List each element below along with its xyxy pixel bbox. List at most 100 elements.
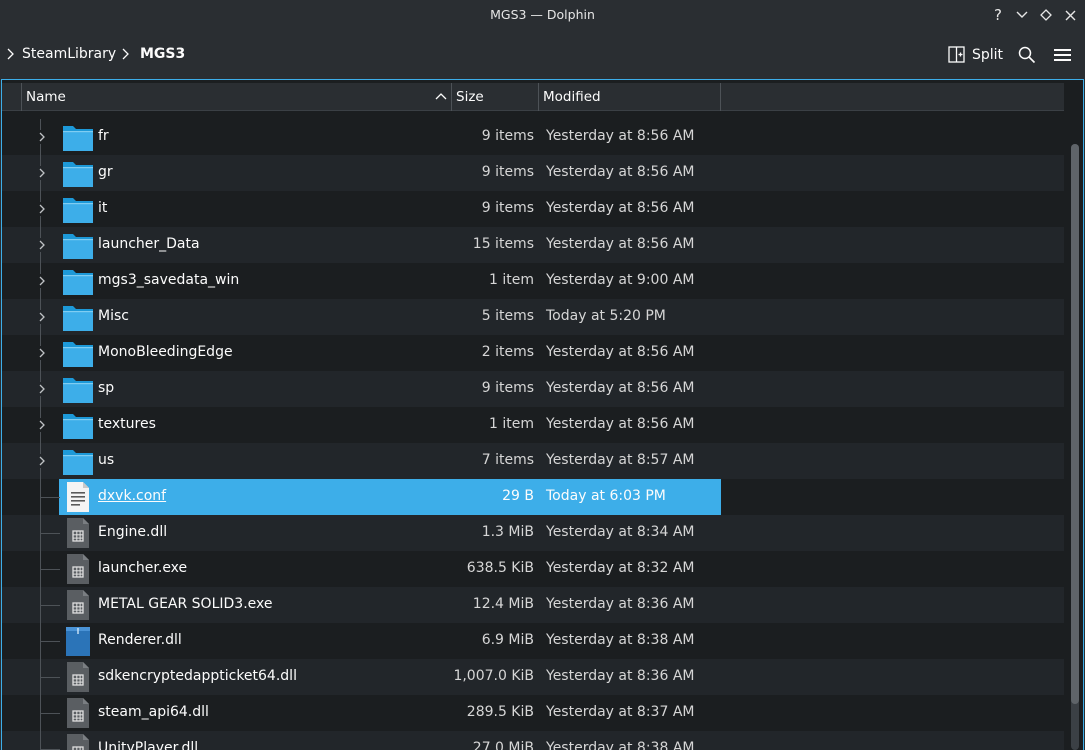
split-button[interactable]: Split bbox=[942, 40, 1006, 69]
close-button[interactable] bbox=[1059, 4, 1081, 26]
folder-row[interactable]: launcher_Data 15 items Yesterday at 8:56 A… bbox=[2, 227, 1064, 263]
search-icon bbox=[1018, 46, 1036, 64]
folder-row[interactable]: it 9 items Yesterday at 8:56 AM bbox=[2, 191, 1064, 227]
file-size: 1 item bbox=[489, 416, 534, 432]
header-spacer bbox=[2, 83, 22, 111]
file-modified: Yesterday at 8:56 AM bbox=[546, 344, 695, 360]
chevron-right-icon[interactable] bbox=[36, 274, 48, 288]
binary-file-icon bbox=[67, 698, 89, 728]
folder-row[interactable]: MonoBleedingEdge 2 items Yesterday at 8:56… bbox=[2, 335, 1064, 371]
file-row[interactable]: UnityPlayer.dll 27.0 MiB Yesterday at 8:38… bbox=[2, 731, 1064, 750]
chevron-right-icon[interactable] bbox=[36, 346, 48, 360]
folder-row[interactable]: textures 1 item Yesterday at 8:56 AM bbox=[2, 407, 1064, 443]
chevron-right-icon[interactable] bbox=[5, 47, 15, 61]
file-modified: Yesterday at 8:37 AM bbox=[546, 704, 695, 720]
file-view[interactable]: Name Size Modified fr 9 items Yesterday at… bbox=[1, 79, 1084, 750]
column-size-label: Size bbox=[456, 89, 484, 105]
column-name-label: Name bbox=[26, 89, 66, 105]
file-row[interactable]: dxvk.conf 29 B Today at 6:03 PM bbox=[2, 479, 1064, 515]
file-size: 6.9 MiB bbox=[481, 632, 534, 648]
file-size: 9 items bbox=[481, 128, 534, 144]
file-modified: Yesterday at 8:36 AM bbox=[546, 668, 695, 684]
file-name: launcher.exe bbox=[98, 560, 188, 576]
binary-file-icon bbox=[67, 554, 89, 584]
folder-icon bbox=[63, 270, 93, 295]
file-row[interactable]: launcher.exe 638.5 KiB Yesterday at 8:32 A… bbox=[2, 551, 1064, 587]
file-name: gr bbox=[98, 164, 113, 180]
folder-row[interactable]: sp 9 items Yesterday at 8:56 AM bbox=[2, 371, 1064, 407]
file-size: 638.5 KiB bbox=[466, 560, 534, 576]
title-bar: MGS3 — Dolphin ? bbox=[0, 0, 1085, 30]
file-name: METAL GEAR SOLID3.exe bbox=[98, 596, 273, 612]
tree-branch bbox=[40, 533, 60, 534]
folder-row[interactable]: Misc 5 items Today at 5:20 PM bbox=[2, 299, 1064, 335]
file-size: 12.4 MiB bbox=[472, 596, 534, 612]
folder-row[interactable]: us 7 items Yesterday at 8:57 AM bbox=[2, 443, 1064, 479]
file-name: Renderer.dll bbox=[98, 632, 182, 648]
chevron-right-icon[interactable] bbox=[36, 454, 48, 468]
column-header-name[interactable]: Name bbox=[22, 83, 452, 111]
folder-icon bbox=[63, 162, 93, 187]
file-modified: Today at 5:20 PM bbox=[546, 308, 666, 324]
column-header-size[interactable]: Size bbox=[452, 83, 539, 111]
menu-button[interactable] bbox=[1050, 43, 1074, 67]
file-modified: Yesterday at 8:32 AM bbox=[546, 560, 695, 576]
chevron-right-icon[interactable] bbox=[36, 418, 48, 432]
file-size: 9 items bbox=[481, 380, 534, 396]
folder-icon bbox=[63, 378, 93, 403]
file-name: dxvk.conf bbox=[98, 488, 167, 504]
vertical-scrollbar[interactable] bbox=[1065, 80, 1083, 750]
file-row[interactable]: sdkencryptedappticket64.dll 1,007.0 KiB Ye… bbox=[2, 659, 1064, 695]
file-name: mgs3_savedata_win bbox=[98, 272, 240, 288]
scrollbar-handle[interactable] bbox=[1071, 144, 1079, 704]
split-view-icon bbox=[948, 46, 965, 63]
folder-row[interactable]: fr 9 items Yesterday at 8:56 AM bbox=[2, 119, 1064, 155]
maximize-button[interactable] bbox=[1035, 4, 1057, 26]
folder-icon bbox=[63, 342, 93, 367]
file-size: 2 items bbox=[481, 344, 534, 360]
chevron-right-icon[interactable] bbox=[36, 130, 48, 144]
help-button[interactable]: ? bbox=[987, 4, 1009, 26]
diamond-icon bbox=[1040, 9, 1052, 21]
column-modified-label: Modified bbox=[543, 89, 601, 105]
file-row[interactable]: steam_api64.dll 289.5 KiB Yesterday at 8:3… bbox=[2, 695, 1064, 731]
file-name: textures bbox=[98, 416, 156, 432]
file-size: 5 items bbox=[481, 308, 534, 324]
text-file-icon bbox=[67, 482, 89, 512]
chevron-right-icon[interactable] bbox=[36, 310, 48, 324]
file-size: 1,007.0 KiB bbox=[453, 668, 534, 684]
folder-row[interactable]: gr 9 items Yesterday at 8:56 AM bbox=[2, 155, 1064, 191]
file-row[interactable]: Engine.dll 1.3 MiB Yesterday at 8:34 AM bbox=[2, 515, 1064, 551]
file-list: fr 9 items Yesterday at 8:56 AM gr 9 items Ye… bbox=[2, 111, 1064, 750]
file-modified: Yesterday at 8:56 AM bbox=[546, 380, 695, 396]
chevron-right-icon[interactable] bbox=[36, 202, 48, 216]
file-name: us bbox=[98, 452, 115, 468]
chevron-right-icon[interactable] bbox=[36, 238, 48, 252]
folder-icon bbox=[63, 450, 93, 475]
toolbar: SteamLibrary MGS3 Split bbox=[0, 30, 1085, 79]
chevron-right-icon[interactable] bbox=[36, 166, 48, 180]
file-size: 9 items bbox=[481, 164, 534, 180]
binary-file-icon bbox=[67, 590, 89, 620]
file-name: fr bbox=[98, 128, 109, 144]
breadcrumb-item-mgs3[interactable]: MGS3 bbox=[140, 46, 185, 62]
search-button[interactable] bbox=[1015, 43, 1039, 67]
folder-row[interactable]: mgs3_savedata_win 1 item Yesterday at 9:00… bbox=[2, 263, 1064, 299]
sort-ascending-icon bbox=[435, 93, 447, 100]
minimize-button[interactable] bbox=[1011, 4, 1033, 26]
folder-icon bbox=[63, 306, 93, 331]
file-modified: Yesterday at 8:56 AM bbox=[546, 236, 695, 252]
chevron-right-icon[interactable] bbox=[36, 382, 48, 396]
file-modified: Yesterday at 8:56 AM bbox=[546, 128, 695, 144]
file-row[interactable]: METAL GEAR SOLID3.exe 12.4 MiB Yesterday a… bbox=[2, 587, 1064, 623]
tree-branch bbox=[40, 677, 60, 678]
binary-file-icon bbox=[67, 734, 89, 750]
hamburger-menu-icon bbox=[1053, 49, 1071, 61]
file-row[interactable]: Renderer.dll 6.9 MiB Yesterday at 8:38 AM bbox=[2, 623, 1064, 659]
file-name: sp bbox=[98, 380, 115, 396]
column-header-modified[interactable]: Modified bbox=[539, 83, 721, 111]
tree-branch bbox=[40, 641, 60, 642]
binary-file-icon bbox=[67, 662, 89, 692]
chevron-right-icon bbox=[122, 48, 129, 60]
breadcrumb-item-steamlibrary[interactable]: SteamLibrary bbox=[22, 46, 116, 62]
